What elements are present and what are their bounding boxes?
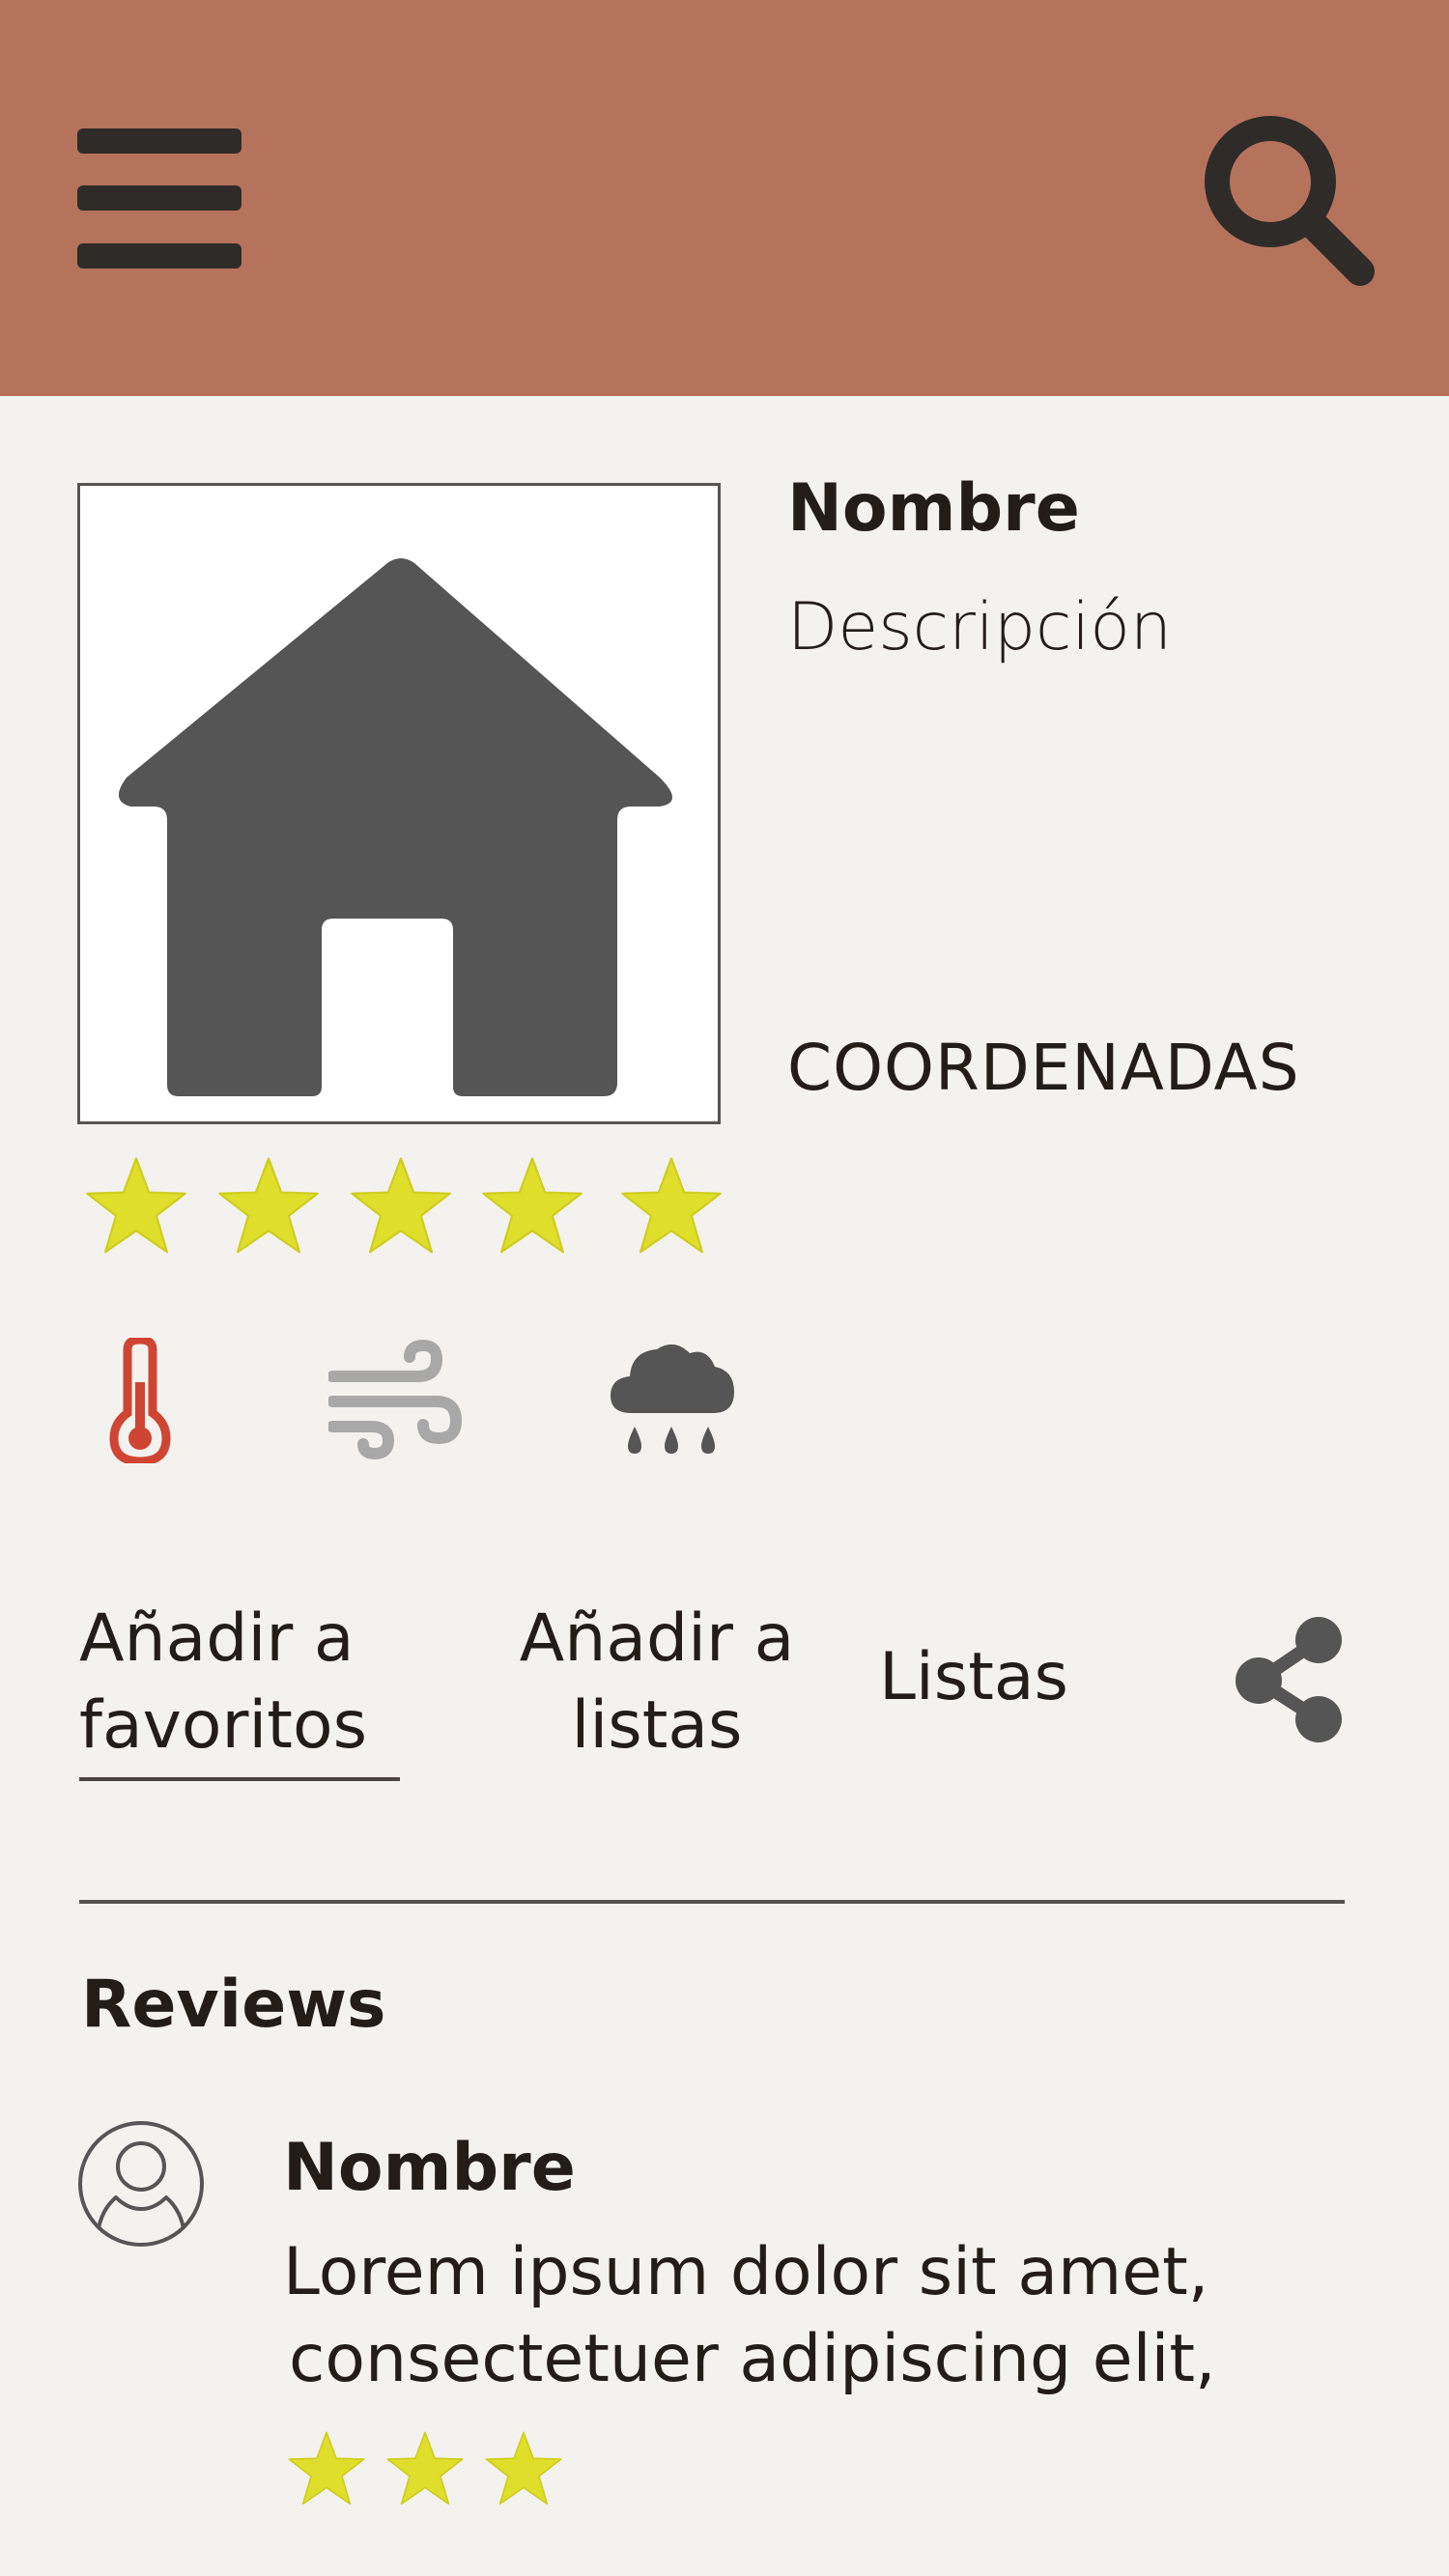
search-icon <box>1205 116 1375 286</box>
star-icon <box>621 1157 722 1254</box>
place-rating[interactable] <box>82 1154 758 1270</box>
home-icon <box>118 558 672 1096</box>
app-header <box>0 0 1449 396</box>
add-to-list-label-1: Añadir a <box>519 1600 795 1677</box>
star-icon <box>351 1157 451 1254</box>
hamburger-icon <box>77 128 242 154</box>
search-button[interactable] <box>1203 114 1377 288</box>
hamburger-icon-bar <box>77 185 242 211</box>
star-icon <box>218 1157 319 1254</box>
reviews-heading: Reviews <box>81 1967 386 2043</box>
add-to-favorites-label-1: Añadir a <box>79 1600 355 1677</box>
wind-indicator <box>327 1338 464 1473</box>
review-rating <box>285 2429 594 2516</box>
rain-cloud-icon <box>611 1344 734 1454</box>
thermometer-icon <box>109 1335 171 1466</box>
wind-icon <box>327 1339 463 1460</box>
review-text: Lorem ipsum dolor sit amet, consectetuer… <box>283 2229 1249 2403</box>
add-to-favorites-label-2: favoritos <box>79 1687 367 1764</box>
add-to-list-button[interactable]: Añadir a listas <box>497 1596 816 1769</box>
reviewer-avatar <box>77 2120 205 2248</box>
review-text-line-2: consectetuer adipiscing elit, <box>289 2321 1216 2397</box>
menu-button[interactable] <box>77 121 243 275</box>
review-text-line-1: Lorem ipsum dolor sit amet, <box>283 2234 1209 2310</box>
reviewer-name: Nombre <box>283 2130 576 2206</box>
hamburger-icon-bar <box>77 243 242 269</box>
user-avatar-icon <box>78 2121 204 2247</box>
add-to-favorites-button[interactable]: Añadir a favoritos <box>79 1596 398 1769</box>
place-image <box>77 483 721 1124</box>
rain-indicator <box>611 1338 736 1473</box>
star-icon <box>288 2431 365 2505</box>
share-icon <box>1236 1617 1342 1742</box>
place-name: Nombre <box>787 470 1080 547</box>
lists-button[interactable]: Listas <box>879 1634 1068 1721</box>
star-icon <box>386 2431 464 2505</box>
place-description: Descripción <box>787 589 1173 665</box>
share-button[interactable] <box>1232 1613 1348 1748</box>
star-icon <box>86 1157 186 1254</box>
temperature-indicator <box>106 1335 174 1473</box>
place-coordinates: COORDENADAS <box>787 1031 1300 1105</box>
add-to-list-label-2: listas <box>571 1687 743 1764</box>
section-divider <box>79 1900 1345 1904</box>
favorites-active-underline <box>79 1777 400 1781</box>
star-icon <box>485 2431 562 2505</box>
star-icon <box>482 1157 582 1254</box>
